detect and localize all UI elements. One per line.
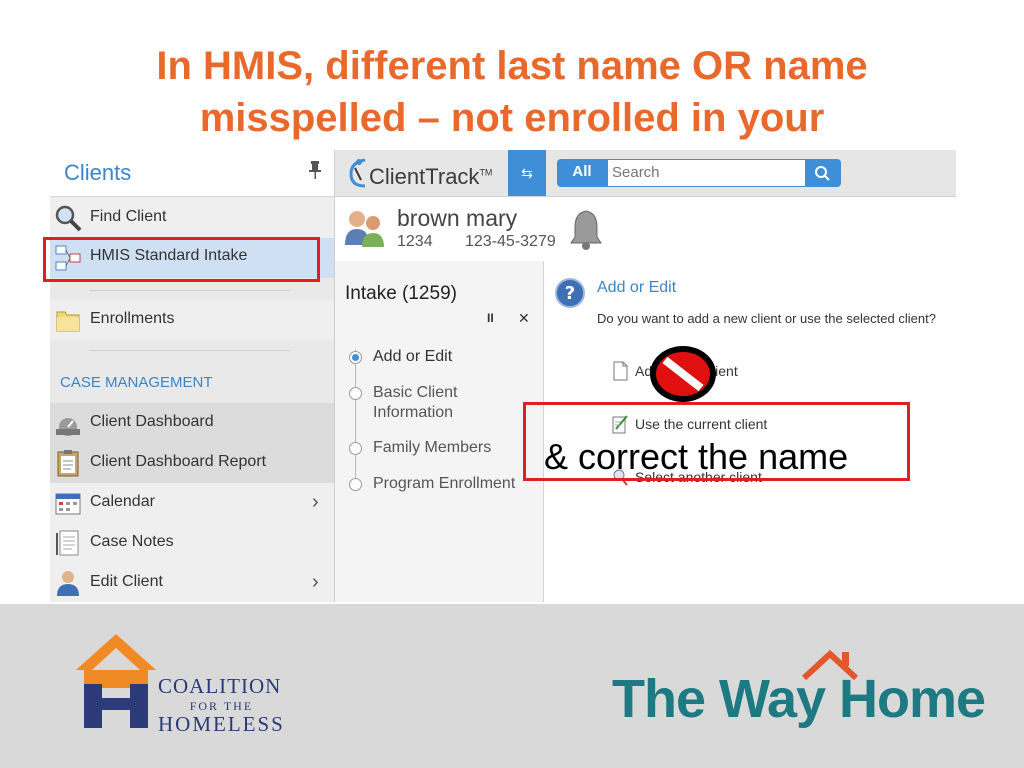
sidebar-item-label: Client Dashboard Report [90,453,267,470]
clienttrack-logo: ClientTrackTM [369,164,493,189]
step-radio [349,478,362,491]
close-icon[interactable]: ✕ [518,310,530,327]
sidebar-item-calendar[interactable]: Calendar › [50,483,334,523]
coalition-for-the-homeless-logo: COALITION FOR THE HOMELESS [158,674,285,736]
sidebar-item-label: Case Notes [90,533,174,550]
person-icon [57,571,79,596]
folder-icon [56,311,80,332]
notes-icon [56,530,79,556]
sidebar-item-client-dashboard[interactable]: Client Dashboard [50,403,334,443]
title-line-1: In HMIS, different last name OR name [156,44,868,88]
client-id: 1234 [397,233,433,250]
swap-button[interactable]: ⇆ [508,150,546,196]
search-scope-all-button[interactable]: All [557,159,607,187]
sidebar-header: Clients [50,150,334,197]
calendar-icon [55,493,81,515]
coalition-for-the-homeless-logo-icon [76,634,156,728]
search-field[interactable] [607,159,807,187]
clienttrack-logo-icon [349,158,366,188]
pause-icon[interactable]: II [487,311,494,325]
chevron-right-icon[interactable]: › [312,491,319,514]
clienttrack-screenshot: Clients Find Client HMIS Standard Intake… [50,150,956,602]
divider [90,290,290,291]
step-radio [349,387,362,400]
search-input[interactable] [608,160,806,184]
workflow-title: Intake (1259) [345,283,457,304]
clipboard-icon [57,450,79,477]
search-button[interactable] [805,159,841,187]
sidebar-item-label: Edit Client [90,573,163,590]
top-bar: ClientTrackTM ⇆ All [335,150,956,197]
bell-icon[interactable] [567,207,605,251]
workflow-panel: Intake (1259) II ✕ Add or Edit Basic Cli… [335,261,544,602]
highlight-hmis-standard-intake [43,237,320,282]
sidebar-item-edit-client[interactable]: Edit Client › [50,563,334,602]
new-document-icon [613,361,628,381]
workflow-connector [355,349,356,479]
content-question: Do you want to add a new client or use t… [597,311,936,326]
sidebar-item-client-dashboard-report[interactable]: Client Dashboard Report [50,443,334,483]
sidebar: Clients Find Client HMIS Standard Intake… [50,150,335,602]
chevron-right-icon[interactable]: › [312,571,319,594]
family-icon [345,211,384,247]
sidebar-item-label: Client Dashboard [90,413,214,430]
sidebar-item-case-notes[interactable]: Case Notes [50,523,334,563]
pin-icon[interactable] [308,160,322,180]
client-name: brown mary [397,205,518,231]
magnifier-icon [55,205,82,232]
client-ssn: 123-45-3279 [465,233,556,250]
client-header: brown mary 1234 123-45-3279 [335,197,956,261]
svg-text:?: ? [565,283,575,304]
prohibited-icon [650,346,716,402]
sidebar-item-enrollments[interactable]: Enrollments [50,300,334,340]
step-radio [349,351,362,364]
annotation-correct-the-name: & correct the name [544,436,849,477]
sidebar-title: Clients [64,160,132,185]
the-way-home-logo: The Way Home [612,669,986,729]
content-heading: Add or Edit [597,279,677,296]
section-label-case-management: CASE MANAGEMENT [60,374,213,391]
title-line-2: misspelled – not enrolled in your [199,96,825,140]
divider [90,350,290,351]
sidebar-item-label: Enrollments [90,310,175,327]
sidebar-item-label: Calendar [90,493,155,510]
sidebar-item-find-client[interactable]: Find Client [50,198,334,238]
slide-title: In HMIS, different last name OR name mis… [0,40,1024,144]
step-radio [349,442,362,455]
dashboard-icon [56,418,80,436]
sidebar-item-label: Find Client [90,208,167,225]
question-icon: ? [555,278,585,308]
